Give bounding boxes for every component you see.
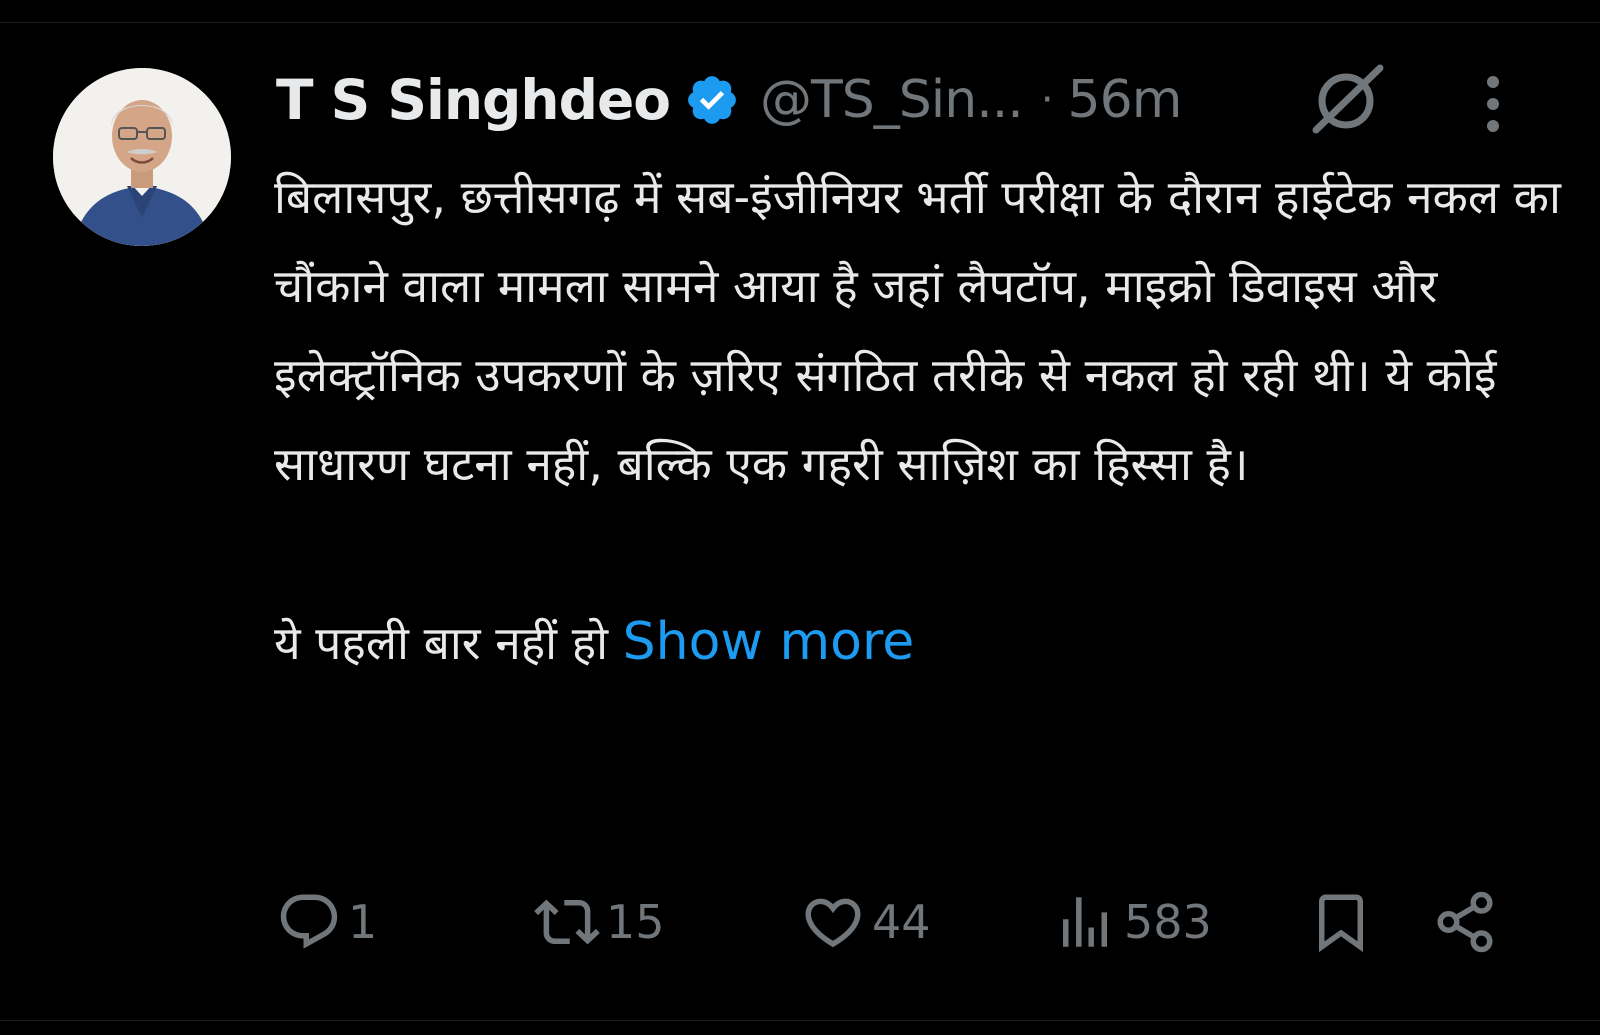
bookmark-icon (1319, 894, 1363, 953)
reply-count: 1 (348, 895, 378, 949)
views-icon (1063, 897, 1107, 947)
avatar[interactable] (53, 68, 231, 246)
tweet-paragraph-truncated: ये पहली बार नहीं हो Show more (274, 598, 1564, 688)
tweet-text: बिलासपुर, छत्तीसगढ़ में सब-इंजीनियर भर्त… (274, 153, 1564, 688)
share-button[interactable] (1432, 886, 1498, 958)
tweet-paragraph-2: ये पहली बार नहीं हो (274, 616, 609, 670)
repost-count: 15 (606, 895, 665, 949)
avatar-image (53, 68, 231, 246)
tweet-actions: 1 15 44 583 (272, 886, 1512, 958)
tweet-paragraph: बिलासपुर, छत्तीसगढ़ में सब-इंजीनियर भर्त… (274, 170, 1561, 491)
verified-badge-icon (684, 72, 740, 128)
top-divider (0, 22, 1600, 23)
reply-button[interactable]: 1 (276, 886, 377, 958)
reply-icon (280, 894, 338, 949)
show-more-link[interactable]: Show more (623, 612, 915, 672)
like-count: 44 (872, 895, 931, 949)
tweet-header: T S Singhdeo @TS_Sin... · 56m (276, 58, 1183, 142)
tweet-timestamp[interactable]: 56m (1068, 70, 1183, 130)
views-count: 583 (1124, 895, 1212, 949)
author-display-name[interactable]: T S Singhdeo (276, 68, 671, 132)
repost-button[interactable]: 15 (534, 886, 665, 958)
separator-dot: · (1040, 77, 1054, 123)
repost-icon (534, 899, 600, 945)
grok-icon[interactable] (1310, 64, 1386, 134)
like-button[interactable]: 44 (800, 886, 931, 958)
share-icon (1437, 891, 1493, 953)
bookmark-button[interactable] (1308, 886, 1374, 958)
author-handle[interactable]: @TS_Sin... (760, 70, 1024, 130)
bottom-divider (0, 1020, 1600, 1021)
views-button[interactable]: 583 (1052, 886, 1212, 958)
more-options-icon[interactable] (1478, 74, 1508, 134)
heart-icon (805, 898, 861, 948)
